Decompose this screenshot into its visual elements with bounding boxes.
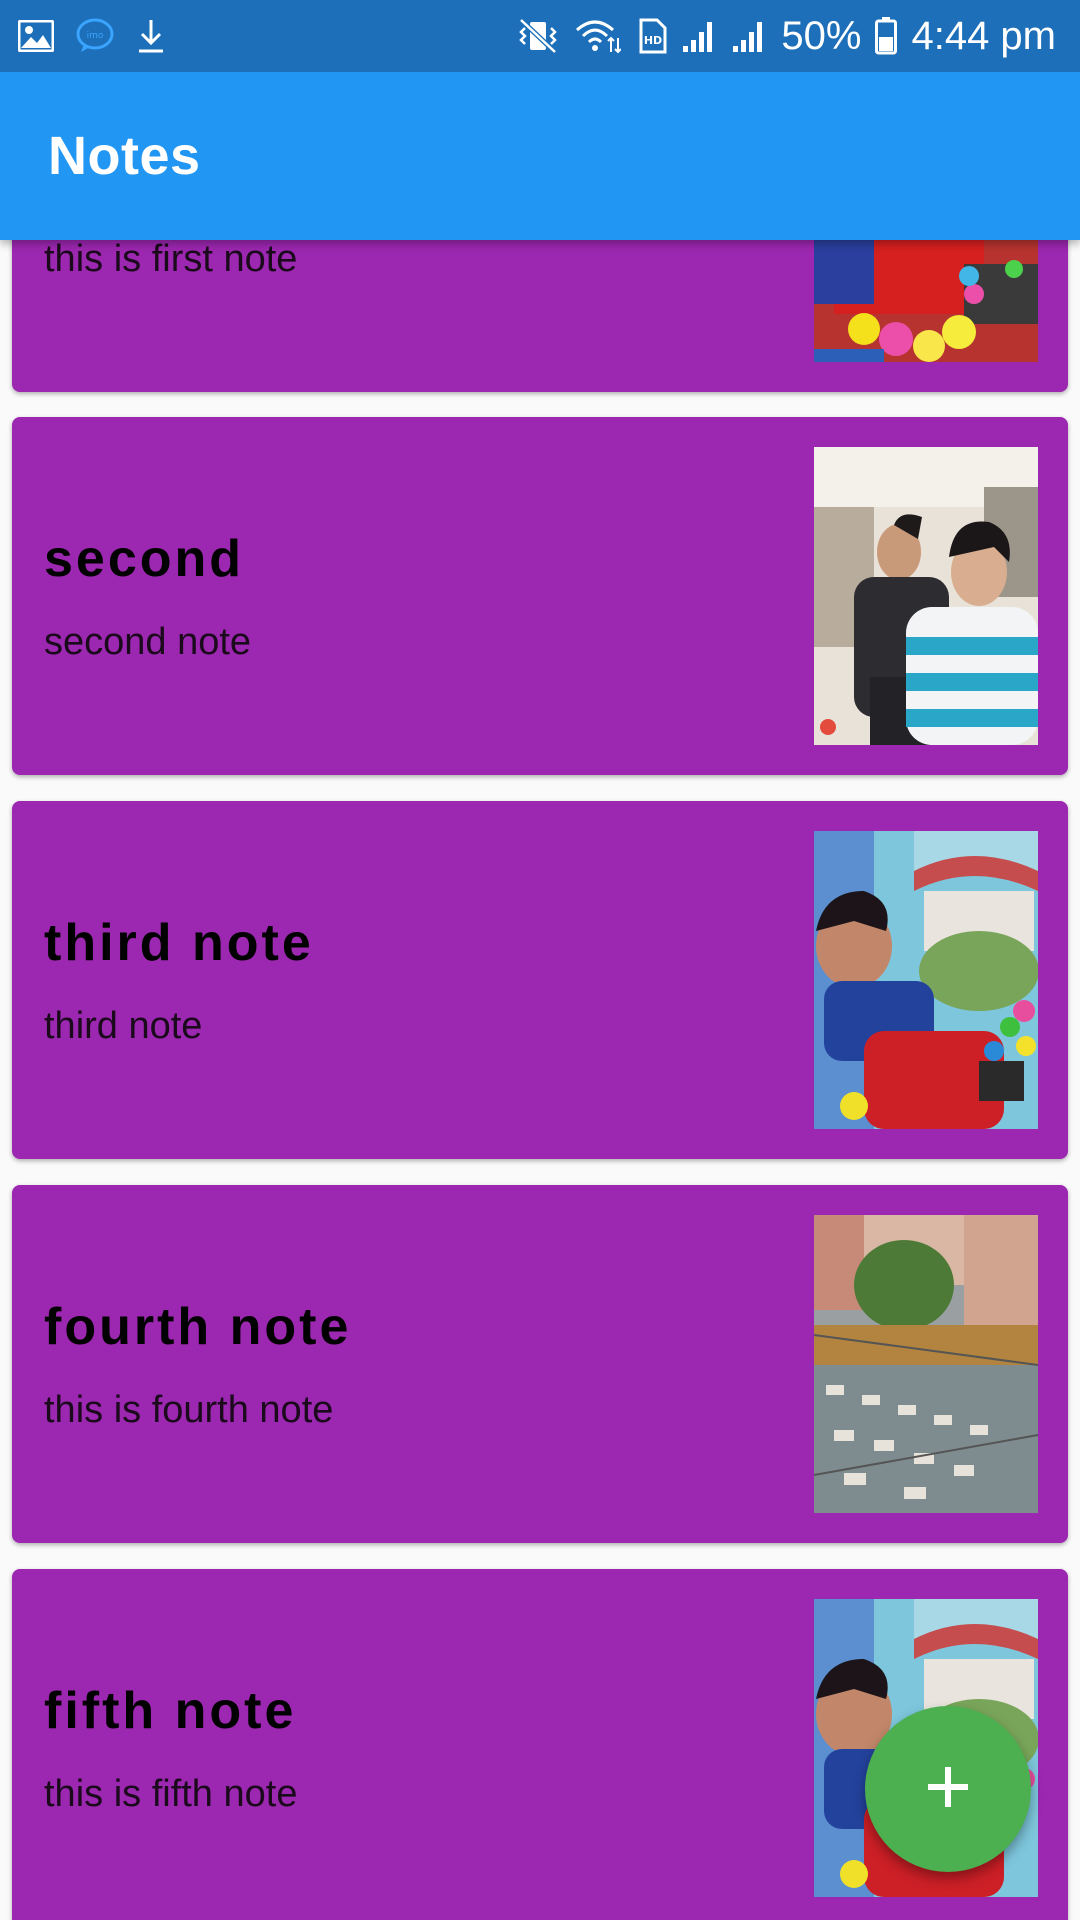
app-bar: Notes xyxy=(0,72,1080,240)
add-note-button[interactable] xyxy=(865,1706,1031,1872)
note-card[interactable]: fourth note this is fourth note xyxy=(12,1185,1068,1543)
vibrate-icon xyxy=(517,18,559,54)
battery-icon xyxy=(875,17,898,55)
note-body: second note xyxy=(44,621,252,663)
svg-text:HD: HD xyxy=(644,34,662,47)
hd-sim-icon: HD xyxy=(635,18,667,54)
status-bar-system: HD 50% 4:44 pm xyxy=(517,8,1056,64)
note-body: this is fifth note xyxy=(44,1773,298,1815)
note-title: third note xyxy=(44,914,314,972)
note-body: this is first note xyxy=(44,238,298,280)
signal-icon xyxy=(731,18,767,54)
notes-screen: this is first note second second note th… xyxy=(0,0,1080,1920)
gallery-icon xyxy=(18,20,54,52)
note-image xyxy=(814,831,1038,1129)
status-bar-notifications: imo xyxy=(18,12,166,60)
download-icon xyxy=(136,18,166,54)
plus-icon xyxy=(924,1763,972,1816)
page-title: Notes xyxy=(48,126,201,186)
clock: 4:44 pm xyxy=(911,14,1056,58)
status-bar: imo HD 50% 4:44 pm xyxy=(0,0,1080,72)
note-body: third note xyxy=(44,1005,203,1047)
imo-icon: imo xyxy=(76,18,114,54)
note-title: second xyxy=(44,530,245,588)
signal-icon xyxy=(681,18,717,54)
svg-text:imo: imo xyxy=(87,31,104,41)
note-image xyxy=(814,1215,1038,1513)
note-card[interactable]: second second note xyxy=(12,417,1068,775)
notes-list[interactable]: this is first note second second note th… xyxy=(0,0,1080,1920)
note-body: this is fourth note xyxy=(44,1389,334,1431)
note-title: fifth note xyxy=(44,1682,297,1740)
note-image xyxy=(814,447,1038,745)
battery-percentage: 50% xyxy=(781,14,862,58)
note-card[interactable]: third note third note xyxy=(12,801,1068,1159)
wifi-icon xyxy=(573,18,622,54)
note-title: fourth note xyxy=(44,1298,352,1356)
